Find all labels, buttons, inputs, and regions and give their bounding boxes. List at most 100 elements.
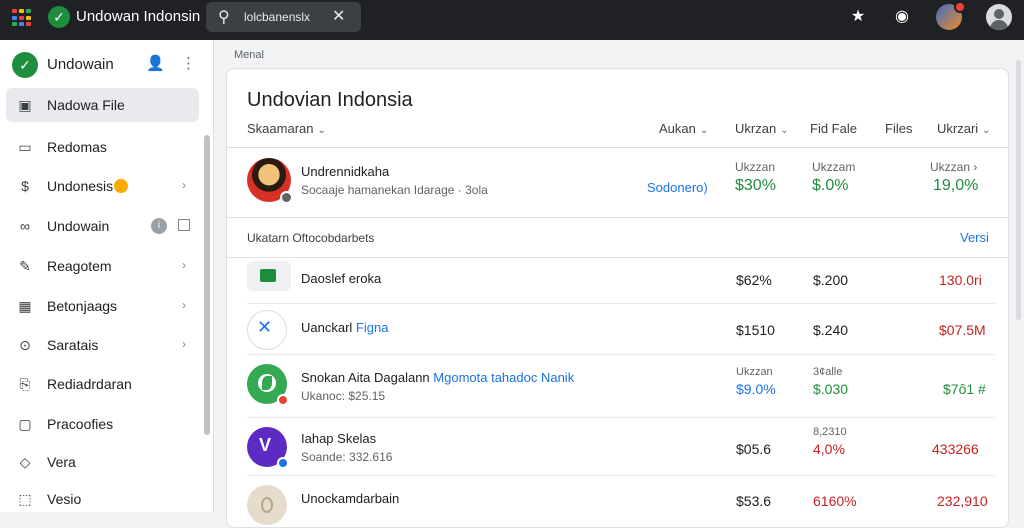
sidebar-item-vesio[interactable]: ⬚ Vesio xyxy=(6,482,199,516)
avatar[interactable] xyxy=(936,1,966,30)
row-label-2: 8,2310 xyxy=(813,426,847,438)
row-value-3: $7ô1 # xyxy=(943,381,986,397)
hero-link[interactable]: Sodonero) xyxy=(647,180,708,195)
app-logo-icon: ✓ xyxy=(48,6,70,28)
calendar-icon: ▦ xyxy=(18,298,32,314)
search-input[interactable]: lolcbanenslx xyxy=(244,10,310,24)
chevron-right-icon: › xyxy=(182,258,186,272)
sidebar-item-label: Vera xyxy=(47,454,76,470)
sidebar-scrollbar[interactable] xyxy=(204,135,210,435)
more-vert-icon[interactable]: ⋮ xyxy=(181,54,196,72)
sidebar-item-label: Betonjaags xyxy=(47,298,118,314)
hero-subtitle: Socaaje hamanekan Idarage · 3ola xyxy=(301,183,488,197)
section-link[interactable]: Versi xyxy=(960,230,989,245)
row-subtitle: Ukanoc: $25.15 xyxy=(301,389,386,403)
hero-name: Undrennidkaha xyxy=(301,164,390,179)
star-icon[interactable]: ★ xyxy=(847,6,869,28)
beige-icon xyxy=(247,485,287,525)
row-name: Unockamdarbain xyxy=(301,491,400,506)
divider xyxy=(227,217,1008,218)
filter-label: Aukan xyxy=(659,121,696,136)
person-icon[interactable]: 👤 xyxy=(146,54,165,72)
table-row[interactable]: Unockamdarbain $53.6 6160% 232,910 xyxy=(227,477,1008,527)
row-value-3: 232,910 xyxy=(937,493,988,509)
sheet-icon xyxy=(247,261,291,291)
account-icon[interactable] xyxy=(986,4,1012,30)
table-row[interactable]: V Iahap Skelas Soande: 332.616 $05.6 8,2… xyxy=(227,419,1008,475)
row-divider xyxy=(247,303,995,304)
row-value-2: $.030 xyxy=(813,381,849,397)
filter-dropdown-2[interactable]: Aukan ⌄ xyxy=(659,121,708,136)
sidebar-title: Undowain xyxy=(47,56,114,73)
table-row[interactable]: Daoslef eroka $62% $.200 130.0ri xyxy=(227,259,1008,303)
stat-label: Ukzzan xyxy=(735,160,776,174)
purple-v-icon: V xyxy=(247,427,289,469)
section-title: Ukatarn Oftocobdarbets xyxy=(247,231,375,245)
chevron-right-icon: › xyxy=(182,337,186,351)
row-label-1: Ukzzan xyxy=(736,366,773,378)
sidebar-item-label: Pracoofies xyxy=(47,416,114,432)
chevron-down-icon: ⌄ xyxy=(317,125,326,136)
sidebar-item-saratais[interactable]: ⊙ Saratais › xyxy=(6,328,199,362)
app-title: Undowan Indonsin xyxy=(76,8,201,25)
sidebar-item-redomas[interactable]: ▭ Redomas xyxy=(6,130,199,164)
row-divider xyxy=(247,475,995,476)
link-icon: ∞ xyxy=(20,218,30,234)
sidebar-item-betonjaags[interactable]: ▦ Betonjaags › xyxy=(6,289,199,323)
chevron-down-icon: ⌄ xyxy=(699,125,709,136)
page-scrollbar[interactable] xyxy=(1016,60,1021,320)
green-leaf-icon xyxy=(247,364,289,406)
row-value-2: 4,0% xyxy=(813,441,845,457)
blue-x-icon: ✕ xyxy=(247,310,287,350)
sidebar: ✓ Undowain 👤 ⋮ ▣ Nadowa File ▭ Redomas $… xyxy=(0,40,214,512)
sidebar-item-label: Undonesis xyxy=(47,178,114,194)
status-badge xyxy=(114,179,128,193)
sidebar-item-undonesis[interactable]: $ Undonesis › xyxy=(6,169,199,203)
search-icon[interactable]: ⚲ xyxy=(218,7,230,27)
divider xyxy=(227,147,1008,148)
notification-badge xyxy=(954,1,966,13)
sidebar-item-label: Vesio xyxy=(47,491,82,507)
stat-label[interactable]: Ukzzan › xyxy=(930,160,977,174)
row-value-2: $.200 xyxy=(813,272,849,288)
row-value-3: 130.0ri xyxy=(939,272,982,288)
gem-icon: ◇ xyxy=(19,454,31,470)
row-value-1: $9.0% xyxy=(736,381,776,397)
filter-link-files[interactable]: Files xyxy=(885,121,912,136)
sidebar-item-nadowa-file[interactable]: ▣ Nadowa File xyxy=(6,88,199,122)
close-icon[interactable]: ✕ xyxy=(332,6,345,26)
sidebar-item-vera[interactable]: ◇ Vera xyxy=(6,445,199,479)
chevron-right-icon: › xyxy=(182,298,186,312)
table-row[interactable]: Snokan Aita Dagalann Mgomota tahadoc Nan… xyxy=(227,356,1008,416)
dollar-circle-icon: ⊙ xyxy=(19,337,31,353)
sidebar-item-label: Rediadrdaran xyxy=(47,376,132,392)
stat-label: Ukzzam xyxy=(812,160,856,174)
sidebar-logo-icon: ✓ xyxy=(12,52,38,78)
row-name: Daoslef eroka xyxy=(301,271,382,286)
row-subtitle: Soande: 332.616 xyxy=(301,450,393,464)
grid-icon[interactable] xyxy=(178,219,190,231)
chevron-down-icon: ⌄ xyxy=(780,125,789,136)
chevron-right-icon: › xyxy=(182,178,186,192)
main-card: Undovian Indonsia Skaamaran ⌄ Aukan ⌄ Ukrz… xyxy=(226,68,1009,528)
filter-link-fid-fale[interactable]: Fid Fale xyxy=(810,121,857,136)
filter-dropdown-6[interactable]: Ukrzari ⌄ xyxy=(937,121,991,136)
photo-icon: ▣ xyxy=(18,97,32,113)
row-value-1: $53.6 xyxy=(736,493,772,509)
row-value-2: $.240 xyxy=(813,322,849,338)
row-divider xyxy=(247,417,995,418)
sidebar-item-undowain[interactable]: ∞ Undowain i xyxy=(6,209,199,243)
pin-icon[interactable]: ◉ xyxy=(891,6,913,28)
filter-dropdown-3[interactable]: Ukrzan ⌄ xyxy=(735,121,789,136)
sidebar-item-pracoofies[interactable]: ▢ Pracoofies xyxy=(6,407,199,441)
info-icon[interactable]: i xyxy=(151,218,167,234)
search-box[interactable]: ⚲ lolcbanenslx ✕ xyxy=(206,2,361,32)
avatar[interactable] xyxy=(247,158,293,204)
row-name: Uanckarl Figna xyxy=(301,320,389,335)
stat-value: $30% xyxy=(735,177,776,194)
sidebar-item-reagotem[interactable]: ✎ Reagotem › xyxy=(6,249,199,283)
table-row[interactable]: ✕ Uanckarl Figna $1510 $.240 $07.5M xyxy=(227,305,1008,353)
sidebar-item-rediadrdaran[interactable]: ⎘ Rediadrdaran xyxy=(6,367,199,401)
apps-grid-icon[interactable] xyxy=(12,9,32,27)
filter-dropdown-1[interactable]: Skaamaran ⌄ xyxy=(247,121,326,136)
